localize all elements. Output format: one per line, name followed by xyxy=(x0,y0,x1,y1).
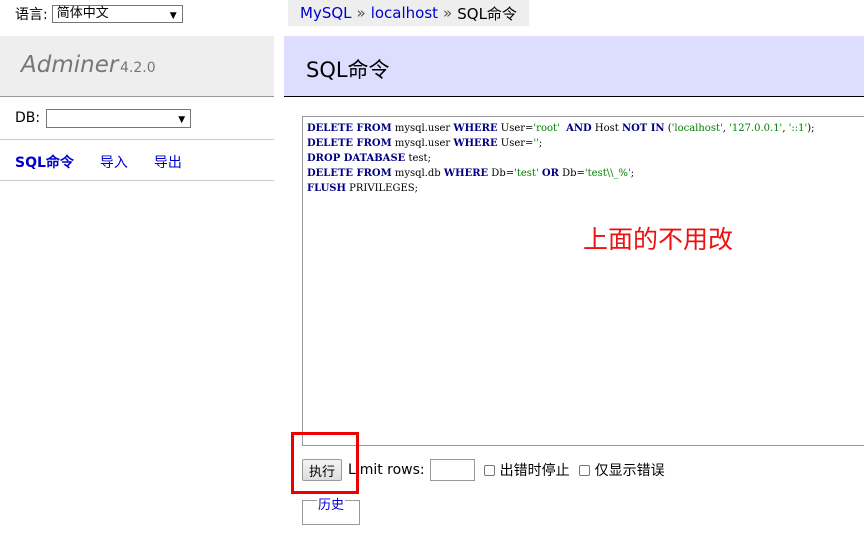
sql-text: ( xyxy=(664,123,672,134)
only-errors-checkbox[interactable]: 仅显示错误 xyxy=(578,460,665,480)
sql-text: ; xyxy=(630,168,635,179)
sql-line: DELETE FROM mysql.user WHERE User=''; xyxy=(307,136,864,151)
sql-line: DELETE FROM mysql.db WHERE Db='test' OR … xyxy=(307,166,864,181)
sidebar-nav: SQL命令 导入 导出 xyxy=(15,152,208,172)
sql-keyword: WHERE xyxy=(443,168,489,179)
sql-text: PRIVILEGES; xyxy=(345,183,418,194)
sql-text: Db= xyxy=(488,168,515,179)
sql-text: User= xyxy=(497,138,534,149)
sql-keyword: DELETE FROM xyxy=(307,168,392,179)
language-select[interactable]: 简体中文 ▼ xyxy=(51,5,183,23)
sql-keyword: DROP DATABASE xyxy=(307,153,406,164)
breadcrumb-host[interactable]: localhost xyxy=(371,4,438,22)
limit-rows-input[interactable] xyxy=(429,459,475,481)
breadcrumb-separator: » xyxy=(356,4,366,22)
nav-sql-command[interactable]: SQL命令 xyxy=(15,152,74,172)
page-title: SQL命令 xyxy=(306,58,390,82)
sql-keyword: AND xyxy=(566,123,592,134)
checkbox-icon[interactable] xyxy=(483,464,495,476)
breadcrumb-current: SQL命令 xyxy=(457,4,517,23)
app-name: Adminer xyxy=(21,52,119,78)
sql-textarea[interactable]: DELETE FROM mysql.user WHERE User='root'… xyxy=(302,116,864,446)
sql-text: User= xyxy=(497,123,534,134)
sql-string: 'root' xyxy=(533,123,560,134)
db-select[interactable]: ▼ xyxy=(46,108,192,128)
highlight-box xyxy=(291,432,359,494)
sql-line: FLUSH PRIVILEGES; xyxy=(307,181,864,196)
sql-text: Db= xyxy=(558,168,585,179)
sql-string: 'localhost' xyxy=(671,123,723,134)
db-selector: DB: ▼ xyxy=(15,108,192,128)
history-fieldset: 历史 xyxy=(302,494,360,525)
divider xyxy=(0,139,274,140)
sql-string: '::1' xyxy=(788,123,808,134)
limit-rows-label: Limit rows: xyxy=(348,462,425,478)
sql-string: 'test' xyxy=(514,168,539,179)
sql-text: ); xyxy=(807,123,815,134)
stop-on-error-checkbox[interactable]: 出错时停止 xyxy=(483,460,570,480)
breadcrumb-server[interactable]: MySQL xyxy=(300,4,352,22)
nav-import[interactable]: 导入 xyxy=(100,152,128,172)
sql-line: DELETE FROM mysql.user WHERE User='root'… xyxy=(307,121,864,136)
breadcrumb-separator: » xyxy=(443,4,453,22)
sql-text: Host xyxy=(591,123,622,134)
db-label: DB: xyxy=(15,110,41,126)
checkbox-icon[interactable] xyxy=(578,464,590,476)
sql-string: 'test\\_%' xyxy=(584,168,631,179)
only-errors-label: 仅显示错误 xyxy=(594,463,665,479)
sql-keyword: OR xyxy=(541,168,559,179)
sql-text: mysql.user xyxy=(391,138,454,149)
sql-string: '127.0.0.1' xyxy=(729,123,783,134)
app-version: 4.2.0 xyxy=(120,60,156,76)
sql-text: ; xyxy=(538,138,543,149)
chevron-down-icon: ▼ xyxy=(169,11,177,21)
history-link[interactable]: 历史 xyxy=(317,494,346,513)
nav-export[interactable]: 导出 xyxy=(154,152,182,172)
sql-line: DROP DATABASE test; xyxy=(307,151,864,166)
sql-keyword: WHERE xyxy=(453,123,498,134)
language-selector: 语言: 简体中文 ▼ xyxy=(15,4,183,24)
stop-on-error-label: 出错时停止 xyxy=(499,463,570,479)
sql-keyword: DELETE FROM xyxy=(307,123,392,134)
sql-keyword: WHERE xyxy=(453,138,498,149)
page-header: SQL命令 xyxy=(284,36,864,97)
language-label: 语言: xyxy=(15,7,48,23)
sql-text: test; xyxy=(405,153,431,164)
breadcrumb: MySQL » localhost » SQL命令 xyxy=(288,0,529,26)
brand-header: Adminer 4.2.0 xyxy=(0,36,274,97)
language-select-value: 简体中文 xyxy=(56,6,109,21)
sql-text: mysql.db xyxy=(391,168,444,179)
sql-text: mysql.user xyxy=(391,123,454,134)
divider xyxy=(0,180,274,181)
sql-keyword: FLUSH xyxy=(307,183,346,194)
annotation-note: 上面的不用改 xyxy=(583,225,734,254)
sql-keyword: NOT IN xyxy=(621,123,665,134)
chevron-down-icon: ▼ xyxy=(178,114,186,125)
sql-keyword: DELETE FROM xyxy=(307,138,392,149)
